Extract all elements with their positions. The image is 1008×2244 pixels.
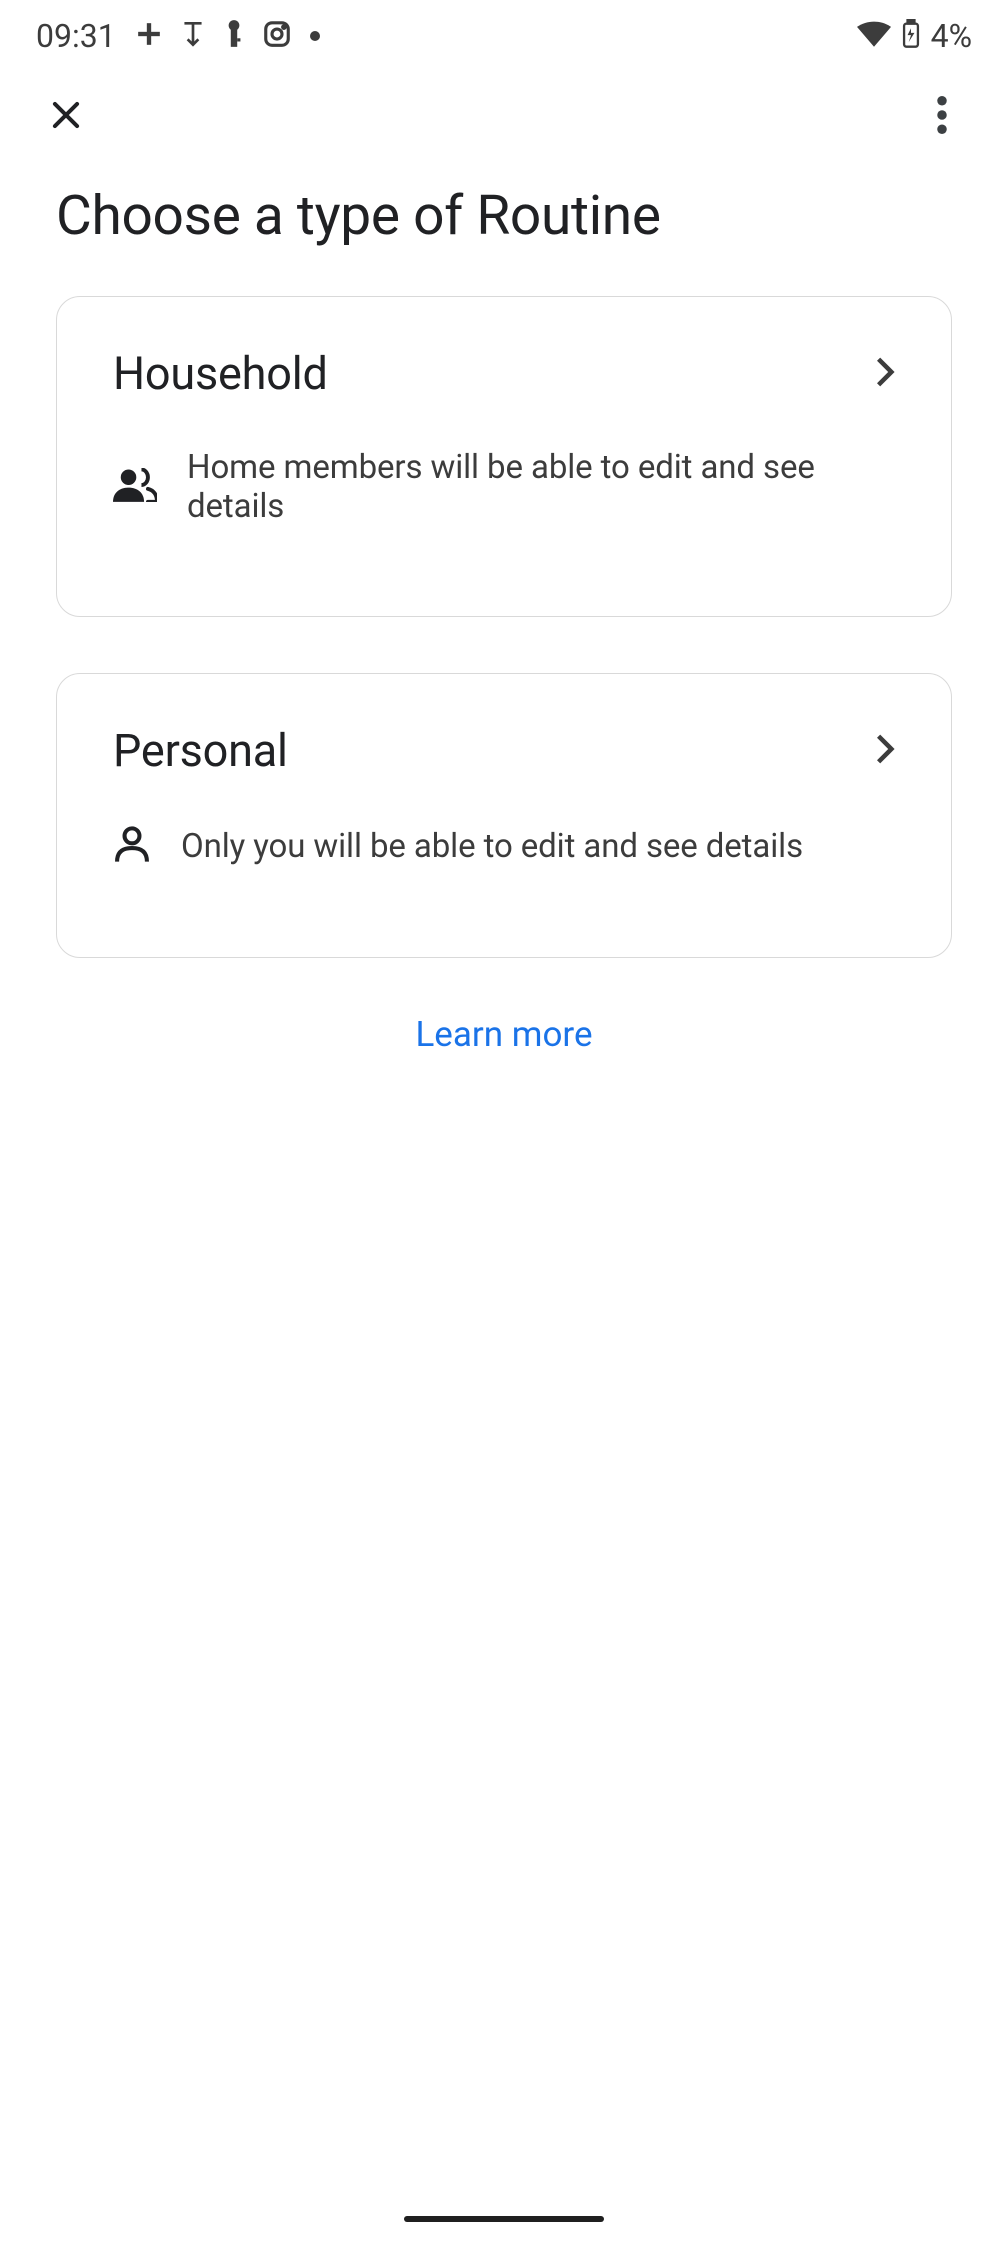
slack-icon: [136, 21, 162, 51]
more-vertical-icon: [936, 96, 948, 137]
status-bar: 09:31 4%: [0, 0, 1008, 72]
status-bar-left: 09:31: [36, 17, 320, 55]
key-icon: [224, 19, 244, 53]
status-time: 09:31: [36, 17, 116, 55]
options-list: Household Home members will be able to e…: [0, 296, 1008, 958]
people-icon: [113, 468, 157, 506]
status-icons-left: [136, 19, 320, 53]
household-title: Household: [113, 347, 328, 400]
chevron-right-icon: [875, 356, 895, 392]
person-icon: [113, 825, 151, 867]
household-description: Home members will be able to edit and se…: [187, 448, 895, 526]
card-header: Personal: [113, 724, 895, 777]
personal-option-card[interactable]: Personal Only you will be able to edit a…: [56, 673, 952, 958]
page-title: Choose a type of Routine: [0, 160, 1008, 296]
network-icon: [180, 19, 206, 53]
close-icon: [47, 96, 85, 137]
close-button[interactable]: [36, 86, 96, 146]
instagram-icon: [262, 19, 292, 53]
card-description-row: Only you will be able to edit and see de…: [113, 825, 895, 867]
more-options-button[interactable]: [912, 86, 972, 146]
personal-description: Only you will be able to edit and see de…: [181, 827, 803, 866]
chevron-right-icon: [875, 733, 895, 769]
household-option-card[interactable]: Household Home members will be able to e…: [56, 296, 952, 617]
personal-title: Personal: [113, 724, 288, 777]
notification-dot-icon: [310, 31, 320, 41]
status-bar-right: 4%: [857, 17, 972, 55]
wifi-icon: [857, 21, 891, 51]
learn-more-link[interactable]: Learn more: [0, 1014, 1008, 1055]
battery-icon: [901, 19, 921, 53]
card-description-row: Home members will be able to edit and se…: [113, 448, 895, 526]
app-bar: [0, 72, 1008, 160]
battery-percentage: 4%: [931, 17, 972, 55]
home-indicator[interactable]: [404, 2216, 604, 2222]
card-header: Household: [113, 347, 895, 400]
